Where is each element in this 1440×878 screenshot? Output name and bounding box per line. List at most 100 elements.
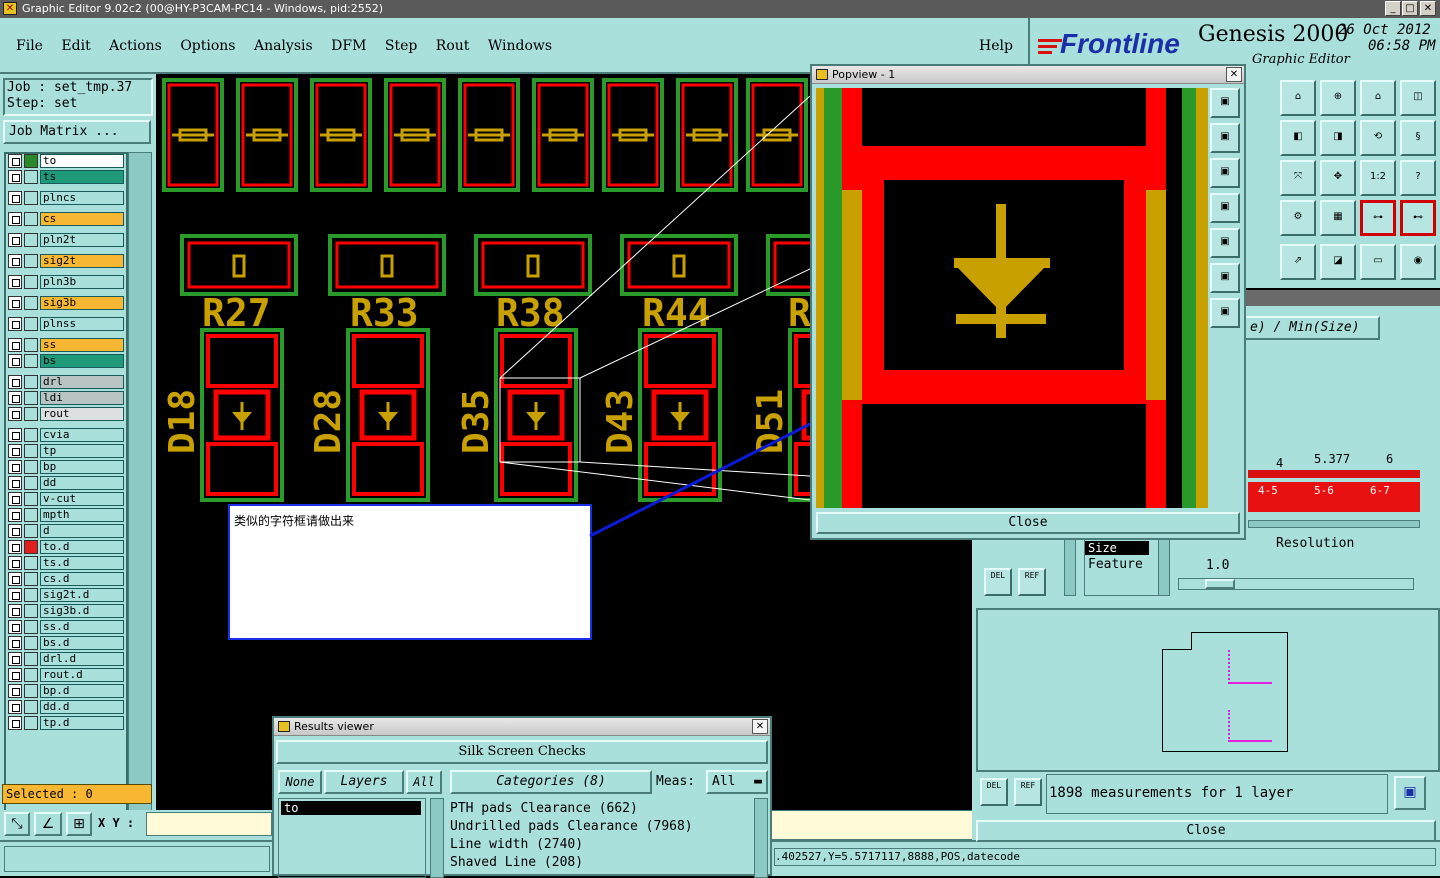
layer-name[interactable]: cs: [40, 212, 124, 226]
ref-button[interactable]: REF: [1014, 778, 1042, 806]
layer-marker[interactable]: [24, 254, 38, 268]
layer-name[interactable]: to.d: [40, 540, 124, 554]
layer-row[interactable]: pln2t: [8, 233, 124, 247]
center-icon[interactable]: ✥: [1320, 160, 1356, 196]
layer-name[interactable]: ldi: [40, 391, 124, 405]
layer-row[interactable]: to.d: [8, 540, 124, 554]
split-view-icon[interactable]: ◫: [1400, 80, 1436, 116]
layer-row[interactable]: dd.d: [8, 700, 124, 714]
layer-row[interactable]: sig2t: [8, 254, 124, 268]
layer-name[interactable]: bs.d: [40, 636, 124, 650]
layer-checkbox[interactable]: [8, 375, 22, 389]
layer-row[interactable]: rout: [8, 407, 124, 421]
histogram-scrollbar[interactable]: [1248, 520, 1420, 528]
job-matrix-button[interactable]: Job Matrix ...: [3, 120, 151, 144]
zoom-in-icon[interactable]: ⊕: [1320, 80, 1356, 116]
zoom-fit-icon[interactable]: ▣: [1210, 88, 1240, 118]
pan-all-icon[interactable]: ▣: [1210, 298, 1240, 328]
checks-scrollbar[interactable]: [754, 798, 768, 878]
layer-checkbox[interactable]: [8, 428, 22, 442]
layer-checkbox[interactable]: [8, 444, 22, 458]
move-up-icon[interactable]: ▣: [1210, 123, 1240, 153]
layer-checkbox[interactable]: [8, 668, 22, 682]
layer-name[interactable]: tp.d: [40, 716, 124, 730]
layer-marker[interactable]: [24, 354, 38, 368]
popview-close-icon[interactable]: ✕: [1226, 67, 1242, 82]
layers-button[interactable]: Layers: [324, 770, 404, 794]
popview-canvas[interactable]: [816, 88, 1208, 508]
layer-marker[interactable]: [24, 700, 38, 714]
layer-name[interactable]: ss.d: [40, 620, 124, 634]
meas-dropdown[interactable]: All ▬: [706, 770, 768, 794]
layer-row[interactable]: sig2t.d: [8, 588, 124, 602]
layer-marker[interactable]: [24, 476, 38, 490]
layer-marker[interactable]: [24, 170, 38, 184]
menu-actions[interactable]: Actions: [109, 38, 162, 54]
layer-name[interactable]: ss: [40, 338, 124, 352]
layer-row[interactable]: v-cut: [8, 492, 124, 506]
layer-row[interactable]: drl: [8, 375, 124, 389]
menu-edit[interactable]: Edit: [61, 38, 90, 54]
select-none-button[interactable]: None: [278, 770, 322, 794]
layer-row[interactable]: tp.d: [8, 716, 124, 730]
layer-row[interactable]: pln3b: [8, 275, 124, 289]
layer-marker[interactable]: [24, 191, 38, 205]
layer-marker[interactable]: [24, 588, 38, 602]
layer-marker[interactable]: [24, 407, 38, 421]
layer-checkbox[interactable]: [8, 476, 22, 490]
layer-marker[interactable]: [24, 508, 38, 522]
layer-name[interactable]: plnss: [40, 317, 124, 331]
grid-icon[interactable]: ▦: [1320, 200, 1356, 236]
layer-row[interactable]: dd: [8, 476, 124, 490]
layer-name[interactable]: sig2t.d: [40, 588, 124, 602]
layer-checkbox[interactable]: [8, 407, 22, 421]
layer-marker[interactable]: [24, 275, 38, 289]
layer-marker[interactable]: [24, 716, 38, 730]
net-connect-icon[interactable]: ⊶: [1360, 200, 1396, 236]
layer-marker[interactable]: [24, 428, 38, 442]
layer-marker[interactable]: [24, 556, 38, 570]
layer-name[interactable]: plncs: [40, 191, 124, 205]
del-button[interactable]: DEL: [980, 778, 1008, 806]
layer-checkbox[interactable]: [8, 540, 22, 554]
layer-name[interactable]: sig3b: [40, 296, 124, 310]
layer-checkbox[interactable]: [8, 317, 22, 331]
analysis-close-button[interactable]: Close: [976, 820, 1436, 842]
zoom-area-icon[interactable]: ⤡: [4, 812, 30, 836]
layer-name[interactable]: ts.d: [40, 556, 124, 570]
layer-name[interactable]: to: [40, 154, 124, 168]
left-scrollbar[interactable]: [1064, 538, 1076, 596]
check-item[interactable]: PTH pads Clearance (662): [450, 800, 750, 818]
layer-marker[interactable]: [24, 296, 38, 310]
sort-feature[interactable]: Feature: [1085, 557, 1167, 572]
popview-close-button[interactable]: Close: [816, 512, 1240, 534]
layer-row[interactable]: cs: [8, 212, 124, 226]
layer-row[interactable]: plnss: [8, 317, 124, 331]
layer-row[interactable]: sig3b.d: [8, 604, 124, 618]
layer-checkbox[interactable]: [8, 191, 22, 205]
layer-row[interactable]: rout.d: [8, 668, 124, 682]
sort-size[interactable]: Size: [1085, 541, 1149, 555]
menu-step[interactable]: Step: [385, 38, 417, 54]
layer-checkbox[interactable]: [8, 275, 22, 289]
del-button-top[interactable]: DEL: [984, 568, 1012, 596]
layer-marker[interactable]: [24, 652, 38, 666]
layer-name[interactable]: d: [40, 524, 124, 538]
layer-name[interactable]: drl: [40, 375, 124, 389]
layer-checkbox[interactable]: [8, 556, 22, 570]
layer-marker[interactable]: [24, 212, 38, 226]
layer-marker[interactable]: [24, 572, 38, 586]
layer-row[interactable]: cs.d: [8, 572, 124, 586]
measure-icon[interactable]: ◪: [1320, 244, 1356, 280]
layer-checkbox[interactable]: [8, 233, 22, 247]
layer-checkbox[interactable]: [8, 212, 22, 226]
layer-name[interactable]: bp.d: [40, 684, 124, 698]
layer-row[interactable]: plncs: [8, 191, 124, 205]
move-down-icon[interactable]: ▣: [1210, 158, 1240, 188]
layer-name[interactable]: cvia: [40, 428, 124, 442]
layer-marker[interactable]: [24, 540, 38, 554]
snap-point-icon[interactable]: ◉: [1400, 244, 1436, 280]
measure-angle-icon[interactable]: ∠: [34, 812, 62, 836]
layer-checkbox[interactable]: [8, 588, 22, 602]
layer-checkbox[interactable]: [8, 338, 22, 352]
